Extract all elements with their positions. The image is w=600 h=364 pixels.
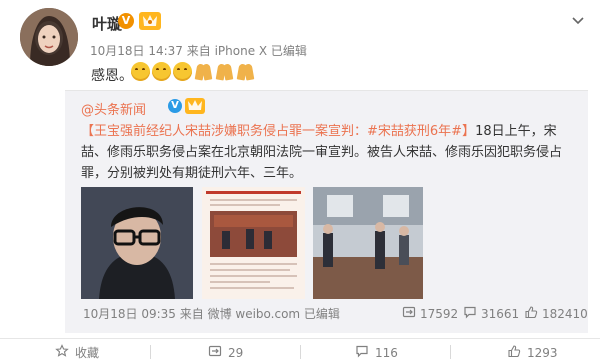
divider: [150, 345, 151, 359]
photo-portrait[interactable]: [81, 187, 193, 299]
repost-icon: [402, 305, 416, 322]
author-avatar[interactable]: [20, 8, 78, 66]
vip-badge-icon: [139, 12, 161, 30]
repost-author-name[interactable]: @头条新闻: [81, 99, 146, 118]
hashtag-link[interactable]: 【王宝强前经纪人宋喆涉嫌职务侵占罪一案宣判：#宋喆获刑6年#】: [81, 124, 475, 139]
repost-meta: 10月18日 09:35 来自 微博 weibo.com 已编辑: [83, 307, 340, 321]
comment-action-count: 116: [375, 345, 398, 360]
like-count-stat[interactable]: 182410: [524, 305, 588, 322]
divider: [300, 345, 301, 359]
thumbs-up-icon: [524, 305, 538, 322]
comment-count: 31661: [481, 306, 520, 321]
comment-button[interactable]: 116: [355, 344, 398, 361]
chevron-down-icon[interactable]: [570, 12, 586, 32]
repost-text: 【王宝强前经纪人宋喆涉嫌职务侵占罪一案宣判：#宋喆获刑6年#】18日上午，宋喆、…: [81, 121, 581, 184]
like-button[interactable]: 1293: [507, 344, 558, 361]
smile-emoji-icon: [152, 62, 171, 81]
photo-courtroom[interactable]: [313, 187, 423, 299]
verified-icon: V: [118, 13, 134, 29]
smile-emoji-icon: [131, 62, 150, 81]
like-action-count: 1293: [527, 345, 558, 360]
action-bar: 收藏 29 116 1293: [0, 338, 600, 364]
star-icon: [55, 344, 69, 361]
comment-icon: [463, 305, 477, 322]
favorite-label: 收藏: [75, 346, 100, 360]
pray-emoji-icon: [236, 62, 255, 81]
comment-count-stat[interactable]: 31661: [463, 305, 519, 322]
repost-icon: [208, 344, 222, 361]
comment-icon: [355, 344, 369, 361]
post-text: 感恩。: [91, 68, 133, 84]
reposted-weibo[interactable]: @头条新闻 V 【王宝强前经纪人宋喆涉嫌职务侵占罪一案宣判：#宋喆获刑6年#】1…: [65, 90, 588, 333]
pray-emoji-icon: [194, 62, 213, 81]
emoji-row: [131, 62, 255, 81]
post-meta: 10月18日 14:37 来自 iPhone X 已编辑: [90, 44, 307, 58]
verified-icon: V: [168, 99, 182, 113]
repost-count-stat[interactable]: 17592: [402, 305, 458, 322]
repost-button[interactable]: 29: [208, 344, 243, 361]
thumbs-up-icon: [507, 344, 521, 361]
like-count: 182410: [542, 306, 588, 321]
photo-court-document[interactable]: [202, 187, 305, 299]
divider: [450, 345, 451, 359]
repost-count: 17592: [420, 306, 459, 321]
repost-action-count: 29: [228, 345, 244, 360]
pray-emoji-icon: [215, 62, 234, 81]
vip-badge-icon: [185, 98, 205, 114]
smile-emoji-icon: [173, 62, 192, 81]
favorite-button[interactable]: 收藏: [55, 344, 99, 361]
